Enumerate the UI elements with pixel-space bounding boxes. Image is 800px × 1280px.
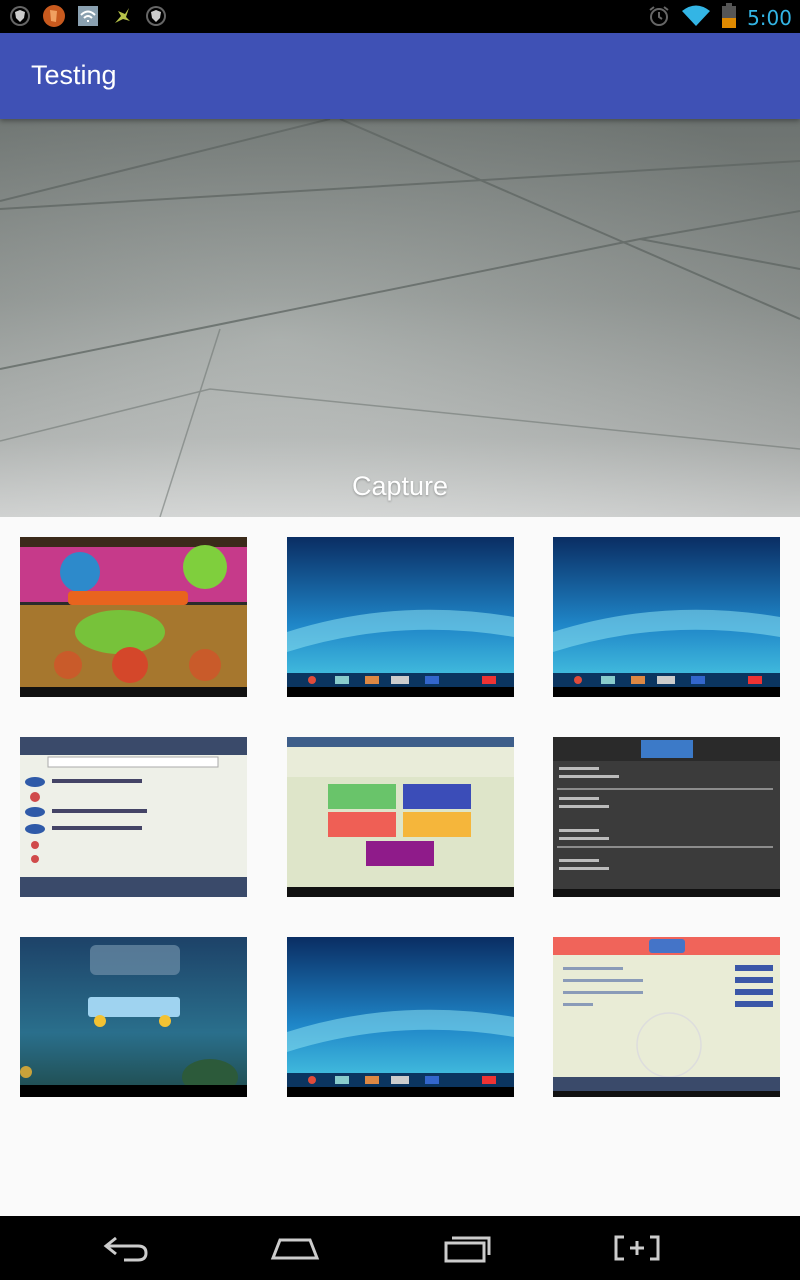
gallery-item-behavior-list[interactable]	[20, 737, 247, 897]
notification-icons	[8, 4, 168, 28]
screenshot-icon[interactable]	[607, 1230, 667, 1266]
gallery-item-behavior-home[interactable]	[553, 937, 780, 1097]
navigation-bar	[0, 1216, 800, 1280]
shield-icon	[144, 4, 168, 28]
app-bar: Testing	[0, 33, 800, 119]
camera-preview[interactable]: Capture	[0, 119, 800, 517]
wifi-icon	[681, 4, 711, 32]
system-icons: 5:00	[647, 3, 792, 33]
wifi-notification-icon	[76, 4, 100, 28]
status-bar: 5:00	[0, 0, 800, 33]
screenshot-gallery	[0, 517, 800, 1216]
capture-button[interactable]: Capture	[0, 471, 800, 502]
alarm-icon	[647, 4, 671, 32]
gallery-item-home-screen[interactable]	[553, 537, 780, 697]
page-title: Testing	[31, 60, 117, 90]
gallery-item-home-screen[interactable]	[287, 537, 514, 697]
camera-preview-image	[0, 119, 800, 517]
gallery-item-how-do-you-feel[interactable]	[287, 737, 514, 897]
gallery-item-home-screen[interactable]	[287, 937, 514, 1097]
screen: 5:00 Testing Capture	[0, 0, 800, 1280]
gallery-item-notification[interactable]	[553, 737, 780, 897]
battery-icon	[721, 3, 737, 33]
gallery-item-news-game[interactable]	[20, 537, 247, 697]
home-icon[interactable]	[265, 1230, 325, 1266]
app-notification-icon	[42, 4, 66, 28]
back-icon[interactable]	[95, 1230, 155, 1266]
status-time: 5:00	[747, 6, 792, 30]
shield-icon	[8, 4, 32, 28]
puzzle-icon	[110, 4, 134, 28]
recents-icon[interactable]	[437, 1230, 497, 1266]
gallery-item-angry-birds[interactable]	[20, 937, 247, 1097]
